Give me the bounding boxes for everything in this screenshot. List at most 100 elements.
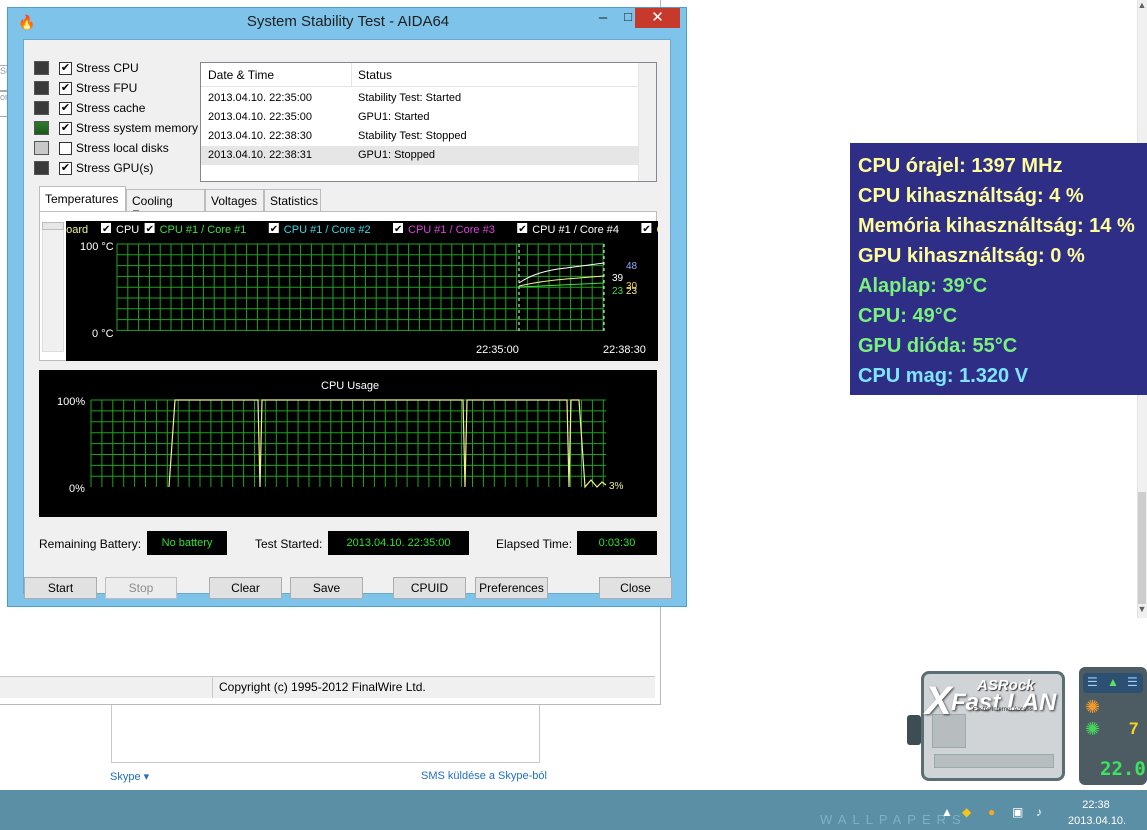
osd-line: CPU mag: 1.320 V xyxy=(858,365,1029,387)
minimize-button[interactable]: – xyxy=(591,9,615,29)
scroll-down-arrow-icon[interactable]: ▼ xyxy=(1137,604,1147,616)
tray-warning-icon[interactable]: ● xyxy=(988,805,995,819)
scroll-up-arrow-icon[interactable]: ▲ xyxy=(1137,0,1147,12)
stress-option-row[interactable]: ✔ Stress system memory xyxy=(34,119,198,137)
legend-label: board xyxy=(66,224,88,236)
tab-cooling-fans[interactable]: Cooling Fans xyxy=(126,189,205,222)
log-status: Stability Test: Stopped xyxy=(358,130,467,142)
tab-statistics[interactable]: Statistics xyxy=(264,189,321,211)
stress-checkbox[interactable]: ✔ xyxy=(59,81,72,95)
log-row[interactable]: 2013.04.10. 22:38:31 GPU1: Stopped xyxy=(201,146,638,165)
save-button[interactable]: Save xyxy=(290,577,363,599)
gadget-reading: 22.0 xyxy=(1100,758,1146,780)
legend-check-icon: ✔ xyxy=(642,224,650,235)
stress-option-label: Stress CPU xyxy=(76,61,139,75)
close-window-button[interactable]: ✕ xyxy=(635,8,680,28)
volume-icon[interactable]: ♪ xyxy=(1036,805,1042,819)
cpu-y-max-label: 100% xyxy=(57,396,85,408)
cpu-usage-graph: CPU Usage 100% 0% 3% xyxy=(39,370,657,517)
stop-button[interactable]: Stop xyxy=(105,577,177,599)
stress-option-label: Stress FPU xyxy=(76,81,138,95)
stress-option-label: Stress cache xyxy=(76,101,146,115)
stress-option-label: Stress GPU(s) xyxy=(76,161,154,175)
osd-line: GPU dióda: 55°C xyxy=(858,335,1018,357)
stress-option-label: Stress system memory xyxy=(76,121,199,135)
menu-icon[interactable]: ☰ xyxy=(1127,675,1138,689)
clock-date: 2013.04.10. xyxy=(1068,815,1127,827)
osd-line: CPU kihasználtság: 4 % xyxy=(858,185,1084,207)
graph-grid xyxy=(90,399,606,487)
log-status: GPU1: Stopped xyxy=(358,149,436,161)
gadget-tagline: Faster Internet Access xyxy=(973,707,1033,713)
log-row[interactable]: 2013.04.10. 22:35:00 GPU1: Started xyxy=(201,108,638,127)
osd-line: Alaplap: 39°C xyxy=(858,275,988,297)
legend-check-icon: ✔ xyxy=(394,224,402,235)
log-scrollbar[interactable] xyxy=(638,63,656,181)
clear-button[interactable]: Clear xyxy=(209,577,282,599)
legend-check-icon: ✔ xyxy=(270,224,278,235)
legend-label: CPU #1 / Core #1 xyxy=(160,224,247,236)
graph-scrollbar-thumb[interactable] xyxy=(42,222,64,230)
temperature-graph: board ✔ CPU ✔ CPU #1 / Core #1 ✔ CPU #1 / Core… xyxy=(66,221,658,361)
stress-option-row[interactable]: ✔ Stress cache xyxy=(34,99,145,117)
test-started-value: 2013.04.10. 22:35:00 xyxy=(328,531,469,555)
legend-label: OCZ-VE xyxy=(656,224,658,236)
copyright-text: Copyright (c) 1995-2012 FinalWire Ltd. xyxy=(212,676,655,698)
preferences-button[interactable]: Preferences xyxy=(475,577,548,599)
stress-checkbox[interactable] xyxy=(59,141,72,155)
tab-temperatures[interactable]: Temperatures xyxy=(39,186,126,212)
taskbar xyxy=(0,790,1147,830)
page-scrollbar-thumb[interactable] xyxy=(1138,492,1146,604)
graph-grid xyxy=(116,243,604,331)
stress-checkbox[interactable]: ✔ xyxy=(59,101,72,115)
stress-option-label: Stress local disks xyxy=(76,141,169,155)
stress-option-row[interactable]: ✔ Stress FPU xyxy=(34,79,137,97)
tab-voltages[interactable]: Voltages xyxy=(205,189,264,211)
legend-check-icon: ✔ xyxy=(518,224,526,235)
log-status: Stability Test: Started xyxy=(358,92,462,104)
log-datetime: 2013.04.10. 22:35:00 xyxy=(208,92,312,104)
column-divider xyxy=(351,63,352,87)
osd-line: CPU: 49°C xyxy=(858,305,958,327)
list-icon[interactable]: ☰ xyxy=(1087,675,1098,689)
cpuid-button[interactable]: CPUID xyxy=(393,577,466,599)
log-header-datetime: Date & Time xyxy=(208,68,275,82)
osd-line: CPU órajel: 1397 MHz xyxy=(858,155,1063,177)
skype-dropdown-link[interactable]: Skype ▾ xyxy=(110,770,149,783)
stress-option-row[interactable]: ✔ Stress GPU(s) xyxy=(34,159,153,177)
hard-disk-icon xyxy=(34,141,49,155)
stress-option-row[interactable]: ✔ Stress CPU xyxy=(34,59,139,77)
temp-x-start-label: 22:35:00 xyxy=(476,344,519,356)
taskbar-clock[interactable]: 22:38 2013.04.10. xyxy=(1068,797,1127,829)
log-datetime: 2013.04.10. 22:35:00 xyxy=(208,111,312,123)
log-datetime: 2013.04.10. 22:38:31 xyxy=(208,149,312,161)
log-row[interactable]: 2013.04.10. 22:38:30 Stability Test: Stop… xyxy=(201,127,638,146)
elapsed-time-label: Elapsed Time: xyxy=(496,537,573,551)
stress-checkbox[interactable]: ✔ xyxy=(59,161,72,175)
show-hidden-icons-icon[interactable]: ▲ xyxy=(941,805,953,819)
temp-value-label: 23 xyxy=(626,286,638,297)
cpu-chip-icon xyxy=(34,61,49,75)
tray-app-icon[interactable]: ◆ xyxy=(962,805,971,819)
sms-skype-link[interactable]: SMS küldése a Skype-ból xyxy=(421,770,547,782)
gadget-bandwidth-bar xyxy=(934,754,1054,768)
graph-scrollbar[interactable] xyxy=(42,222,64,352)
gadget-side-tab[interactable] xyxy=(907,715,921,745)
temp-value-label: 48 xyxy=(626,261,638,272)
log-status: GPU1: Started xyxy=(358,111,430,123)
network-icon[interactable]: ▣ xyxy=(1012,805,1023,819)
osd-line: GPU kihasználtság: 0 % xyxy=(858,245,1085,267)
start-button[interactable]: Start xyxy=(24,577,97,599)
window-client-area: ✔ Stress CPU ✔ Stress FPU ✔ Stress cache ✔ Stre… xyxy=(23,39,672,599)
up-arrow-icon[interactable]: ▲ xyxy=(1107,675,1119,689)
stress-option-row[interactable]: Stress local disks xyxy=(34,139,169,157)
log-row[interactable]: 2013.04.10. 22:35:00 Stability Test: Star… xyxy=(201,89,638,108)
battery-value: No battery xyxy=(147,531,227,555)
close-button[interactable]: Close xyxy=(599,577,672,599)
stress-checkbox[interactable]: ✔ xyxy=(59,121,72,135)
skype-message-box[interactable] xyxy=(111,705,540,763)
asrock-xfast-lan-gadget[interactable]: X ASRock Fast LAN Faster Internet Access… xyxy=(907,665,1147,787)
gadget-menu-bar[interactable]: ☰ ▲ ☰ xyxy=(1083,673,1143,693)
gadget-x-logo-icon: X xyxy=(925,679,952,723)
stress-checkbox[interactable]: ✔ xyxy=(59,61,72,75)
